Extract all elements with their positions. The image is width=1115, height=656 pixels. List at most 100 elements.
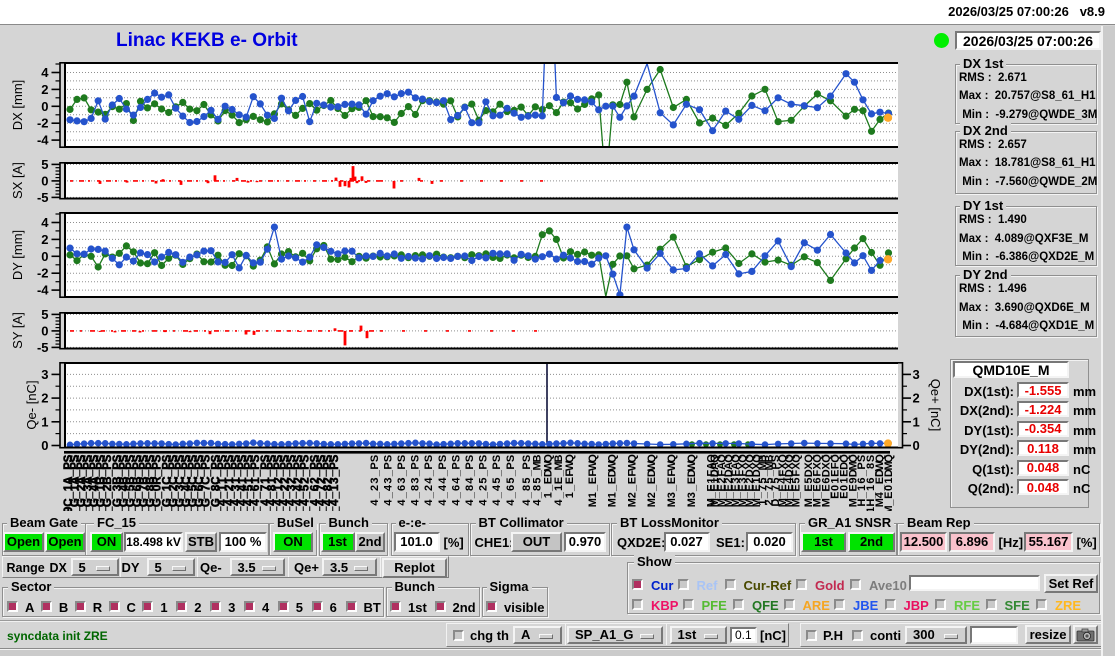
svg-text:3: 3	[666, 492, 678, 498]
svg-text:4: 4	[491, 499, 503, 506]
svg-text:4: 4	[437, 477, 449, 484]
svg-text:_: _	[505, 491, 517, 499]
svg-text:F: F	[790, 470, 802, 477]
svg-text:_: _	[666, 484, 678, 492]
svg-text:-2: -2	[37, 266, 49, 281]
svg-text:4: 4	[382, 484, 394, 491]
svg-text:Qe- [nC]: Qe- [nC]	[24, 380, 39, 429]
svg-text:DY [mm]: DY [mm]	[10, 230, 25, 280]
svg-text:_: _	[396, 469, 408, 477]
svg-text:5: 5	[505, 478, 517, 484]
svg-text:W: W	[666, 460, 678, 471]
svg-text:8: 8	[464, 485, 476, 491]
svg-text:_: _	[423, 491, 435, 499]
svg-text:_: _	[437, 469, 449, 477]
svg-text:M: M	[883, 461, 895, 470]
svg-text:4: 4	[491, 484, 503, 491]
svg-text:1: 1	[607, 492, 619, 498]
svg-text:S: S	[450, 455, 462, 462]
svg-text:5: 5	[41, 157, 48, 172]
svg-text:_: _	[369, 491, 381, 499]
svg-text:P: P	[423, 462, 435, 469]
svg-text:5: 5	[41, 307, 48, 322]
svg-text:-2: -2	[37, 116, 49, 131]
svg-text:P: P	[382, 462, 394, 469]
svg-text:_: _	[396, 491, 408, 499]
svg-text:4: 4	[553, 499, 565, 506]
svg-text:_: _	[607, 484, 619, 492]
svg-text:5: 5	[491, 478, 503, 484]
svg-text:4: 4	[423, 499, 435, 506]
svg-text:S: S	[505, 455, 517, 462]
svg-text:_: _	[329, 491, 341, 499]
svg-text:S: S	[329, 454, 341, 462]
svg-text:M: M	[790, 498, 802, 507]
svg-text:SY [A]: SY [A]	[10, 312, 25, 349]
svg-text:_: _	[464, 491, 476, 499]
svg-text:_: _	[329, 506, 341, 514]
svg-text:S: S	[464, 455, 476, 462]
svg-text:_: _	[369, 469, 381, 477]
svg-text:1: 1	[564, 492, 576, 498]
svg-text:F: F	[587, 470, 599, 477]
svg-text:_: _	[491, 491, 503, 499]
svg-text:_: _	[450, 469, 462, 477]
svg-text:S: S	[437, 455, 449, 462]
svg-text:4: 4	[423, 477, 435, 484]
svg-text:_: _	[423, 469, 435, 477]
svg-text:S: S	[410, 455, 422, 462]
svg-text:P: P	[478, 462, 490, 469]
svg-text:M: M	[883, 505, 895, 514]
svg-text:5: 5	[790, 478, 802, 484]
svg-text:-4: -4	[37, 133, 49, 148]
svg-text:_: _	[478, 491, 490, 499]
svg-text:E: E	[607, 477, 619, 484]
svg-text:_: _	[478, 469, 490, 477]
svg-text:E: E	[790, 484, 802, 491]
svg-text:3: 3	[329, 477, 341, 483]
svg-text:S: S	[423, 455, 435, 462]
svg-text:_: _	[329, 469, 341, 477]
svg-text:_: _	[646, 484, 658, 492]
svg-text:2: 2	[646, 492, 658, 498]
svg-text:4: 4	[396, 499, 408, 506]
svg-text:D: D	[883, 469, 895, 477]
svg-text:E: E	[587, 477, 599, 484]
svg-text:-5: -5	[37, 340, 49, 355]
svg-text:6: 6	[396, 485, 408, 491]
svg-text:_: _	[410, 491, 422, 499]
svg-text:4: 4	[41, 65, 49, 80]
svg-text:1: 1	[41, 414, 48, 429]
svg-text:P: P	[450, 462, 462, 469]
svg-text:_: _	[587, 484, 599, 492]
svg-text:4: 4	[382, 499, 394, 506]
svg-text:P: P	[410, 462, 422, 469]
svg-text:3: 3	[686, 492, 698, 498]
svg-text:4: 4	[450, 499, 462, 506]
svg-text:S: S	[491, 455, 503, 462]
svg-text:1: 1	[587, 492, 599, 498]
svg-text:M: M	[607, 498, 619, 507]
svg-text:_: _	[564, 484, 576, 492]
svg-text:-5: -5	[37, 190, 49, 205]
svg-text:_: _	[464, 469, 476, 477]
svg-text:0: 0	[883, 485, 895, 491]
svg-text:0: 0	[41, 173, 48, 188]
svg-text:S: S	[396, 455, 408, 462]
svg-text:S: S	[478, 455, 490, 462]
svg-text:E: E	[626, 477, 638, 484]
svg-text:W: W	[587, 460, 599, 471]
svg-text:4: 4	[437, 499, 449, 506]
svg-text:6: 6	[505, 485, 517, 491]
svg-text:2: 2	[478, 485, 490, 491]
svg-text:0: 0	[41, 438, 48, 453]
svg-text:4: 4	[450, 477, 462, 484]
svg-text:P: P	[491, 462, 503, 469]
svg-text:5: 5	[478, 478, 490, 484]
svg-text:8: 8	[410, 485, 422, 491]
svg-text:S: S	[382, 455, 394, 462]
svg-text:W: W	[564, 460, 576, 471]
svg-text:1: 1	[883, 478, 895, 484]
svg-text:P: P	[369, 462, 381, 469]
svg-text:2: 2	[369, 485, 381, 491]
